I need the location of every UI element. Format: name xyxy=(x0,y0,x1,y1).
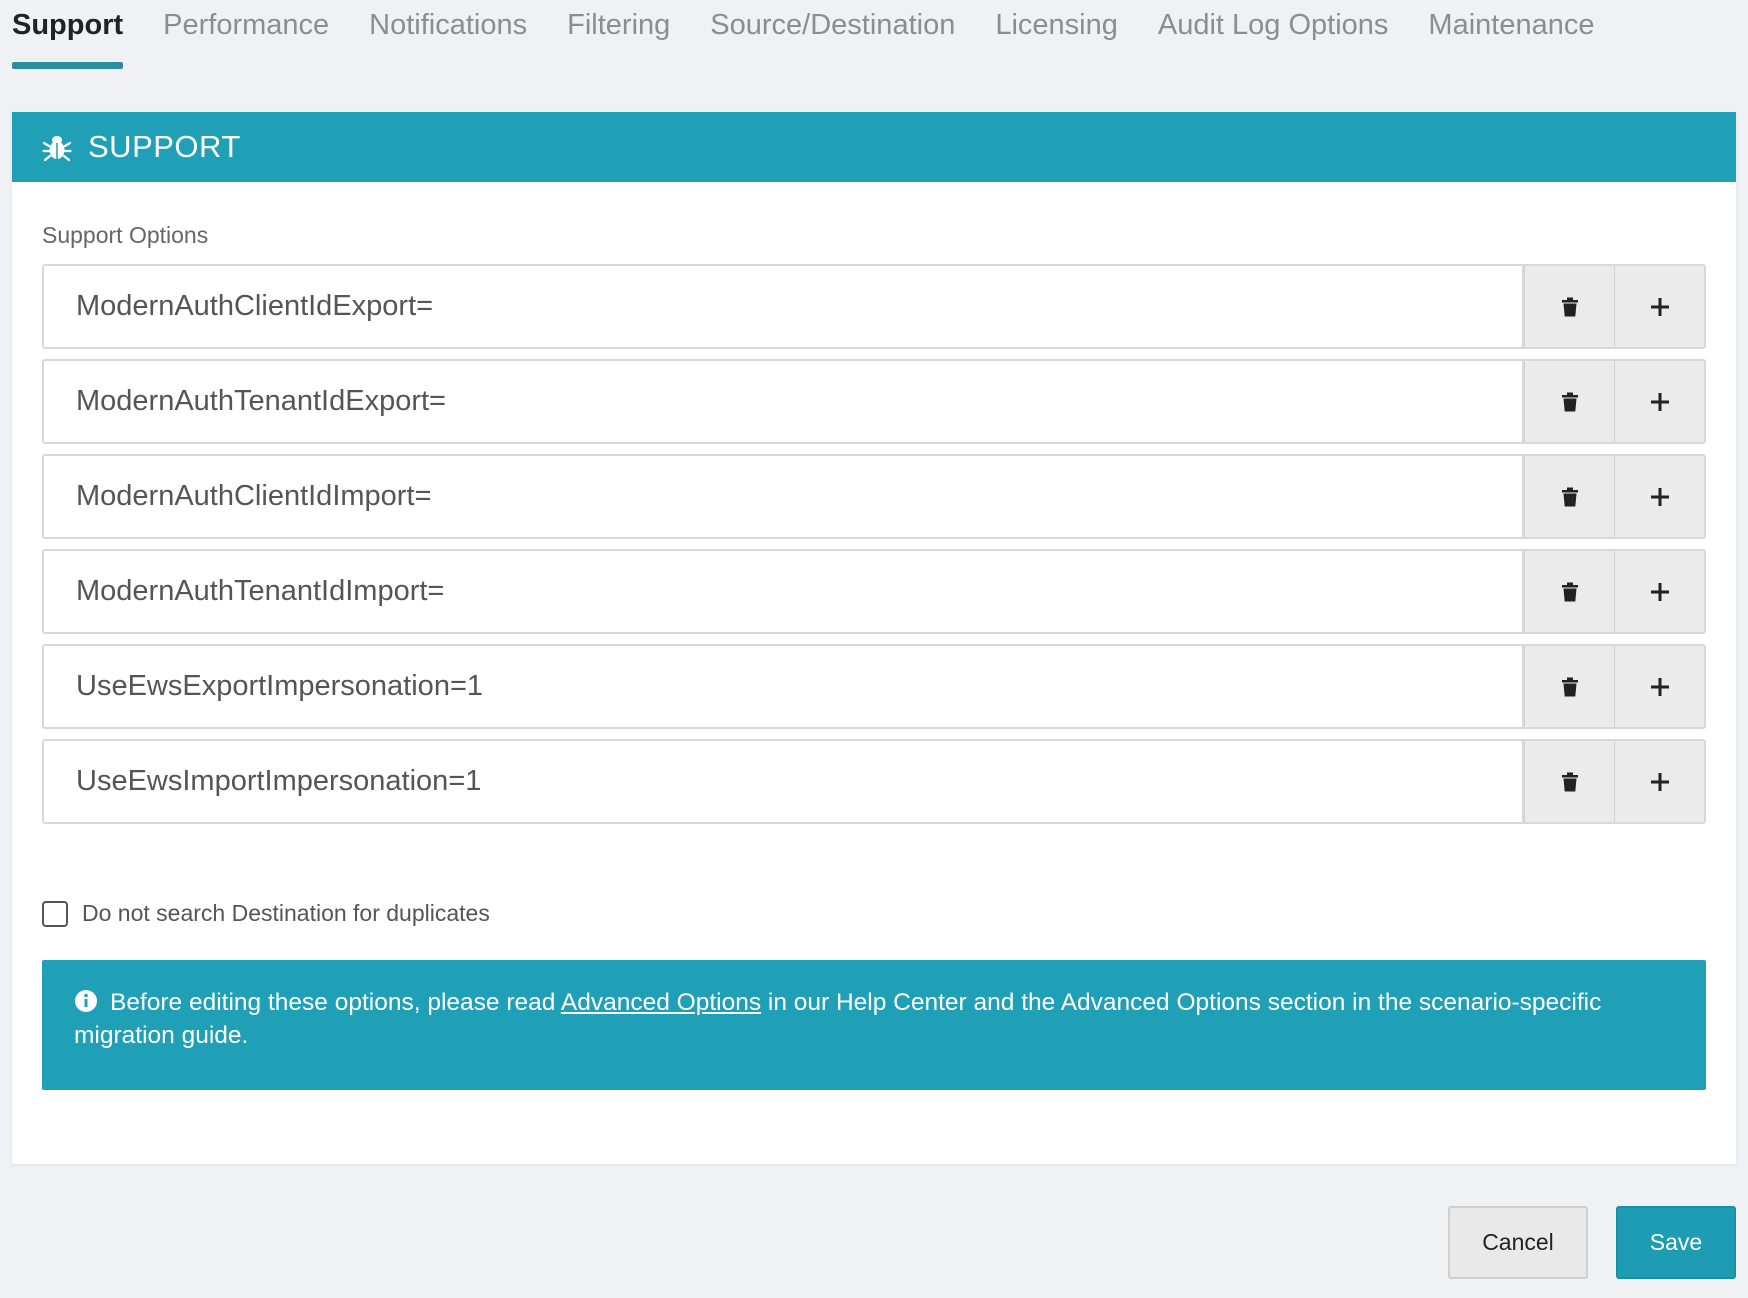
trash-icon xyxy=(1561,297,1578,316)
info-text-prefix: Before editing these options, please rea… xyxy=(110,989,561,1016)
trash-icon xyxy=(1561,772,1578,791)
tab-audit-log-options[interactable]: Audit Log Options xyxy=(1158,0,1389,72)
support-option-input[interactable] xyxy=(44,741,1524,822)
support-option-input[interactable] xyxy=(44,646,1524,727)
info-box: Before editing these options, please rea… xyxy=(42,960,1706,1090)
support-option-row xyxy=(42,644,1706,729)
plus-icon xyxy=(1650,772,1669,791)
bug-icon xyxy=(42,132,72,162)
support-option-input[interactable] xyxy=(44,266,1524,347)
duplicates-checkbox-label: Do not search Destination for duplicates xyxy=(82,900,490,926)
tab-performance[interactable]: Performance xyxy=(163,0,329,72)
add-option-button[interactable] xyxy=(1614,646,1704,727)
tab-maintenance[interactable]: Maintenance xyxy=(1428,0,1594,72)
support-options-label: Support Options xyxy=(42,222,209,248)
tab-source-destination[interactable]: Source/Destination xyxy=(710,0,955,72)
add-option-button[interactable] xyxy=(1614,456,1704,537)
add-option-button[interactable] xyxy=(1614,361,1704,442)
support-option-row xyxy=(42,739,1706,824)
plus-icon xyxy=(1650,392,1669,411)
plus-icon xyxy=(1650,582,1669,601)
info-icon xyxy=(74,989,98,1013)
tab-notifications[interactable]: Notifications xyxy=(369,0,527,72)
card-header: SUPPORT xyxy=(12,112,1736,182)
delete-option-button[interactable] xyxy=(1524,646,1614,727)
plus-icon xyxy=(1650,487,1669,506)
support-option-input[interactable] xyxy=(44,361,1524,442)
support-card: SUPPORT Support Options ModernAuthClient… xyxy=(12,112,1736,1164)
duplicates-checkbox[interactable] xyxy=(42,900,68,927)
support-option-input[interactable] xyxy=(44,551,1524,632)
tab-bar: Support Performance Notifications Filter… xyxy=(12,0,1634,80)
delete-option-button[interactable] xyxy=(1524,551,1614,632)
delete-option-button[interactable] xyxy=(1524,361,1614,442)
trash-icon xyxy=(1561,487,1578,506)
support-option-row xyxy=(42,359,1706,444)
plus-icon xyxy=(1650,677,1669,696)
trash-icon xyxy=(1561,677,1578,696)
tab-filtering[interactable]: Filtering xyxy=(567,0,670,72)
tab-licensing[interactable]: Licensing xyxy=(995,0,1118,72)
support-option-row xyxy=(42,549,1706,634)
tab-support[interactable]: Support xyxy=(12,0,124,72)
add-option-button[interactable] xyxy=(1614,266,1704,347)
support-option-input[interactable] xyxy=(44,456,1524,537)
save-button[interactable]: Save xyxy=(1616,1206,1736,1279)
duplicates-checkbox-row: Do not search Destination for duplicates xyxy=(42,900,490,927)
card-title: SUPPORT xyxy=(88,129,241,164)
delete-option-button[interactable] xyxy=(1524,456,1614,537)
trash-icon xyxy=(1561,582,1578,601)
add-option-button[interactable] xyxy=(1614,551,1704,632)
plus-icon xyxy=(1650,297,1669,316)
support-option-row xyxy=(42,454,1706,539)
delete-option-button[interactable] xyxy=(1524,266,1614,347)
trash-icon xyxy=(1561,392,1578,411)
add-option-button[interactable] xyxy=(1614,741,1704,822)
cancel-button[interactable]: Cancel xyxy=(1448,1206,1588,1279)
support-option-row xyxy=(42,264,1706,349)
advanced-options-link[interactable]: Advanced Options xyxy=(561,989,761,1016)
delete-option-button[interactable] xyxy=(1524,741,1614,822)
